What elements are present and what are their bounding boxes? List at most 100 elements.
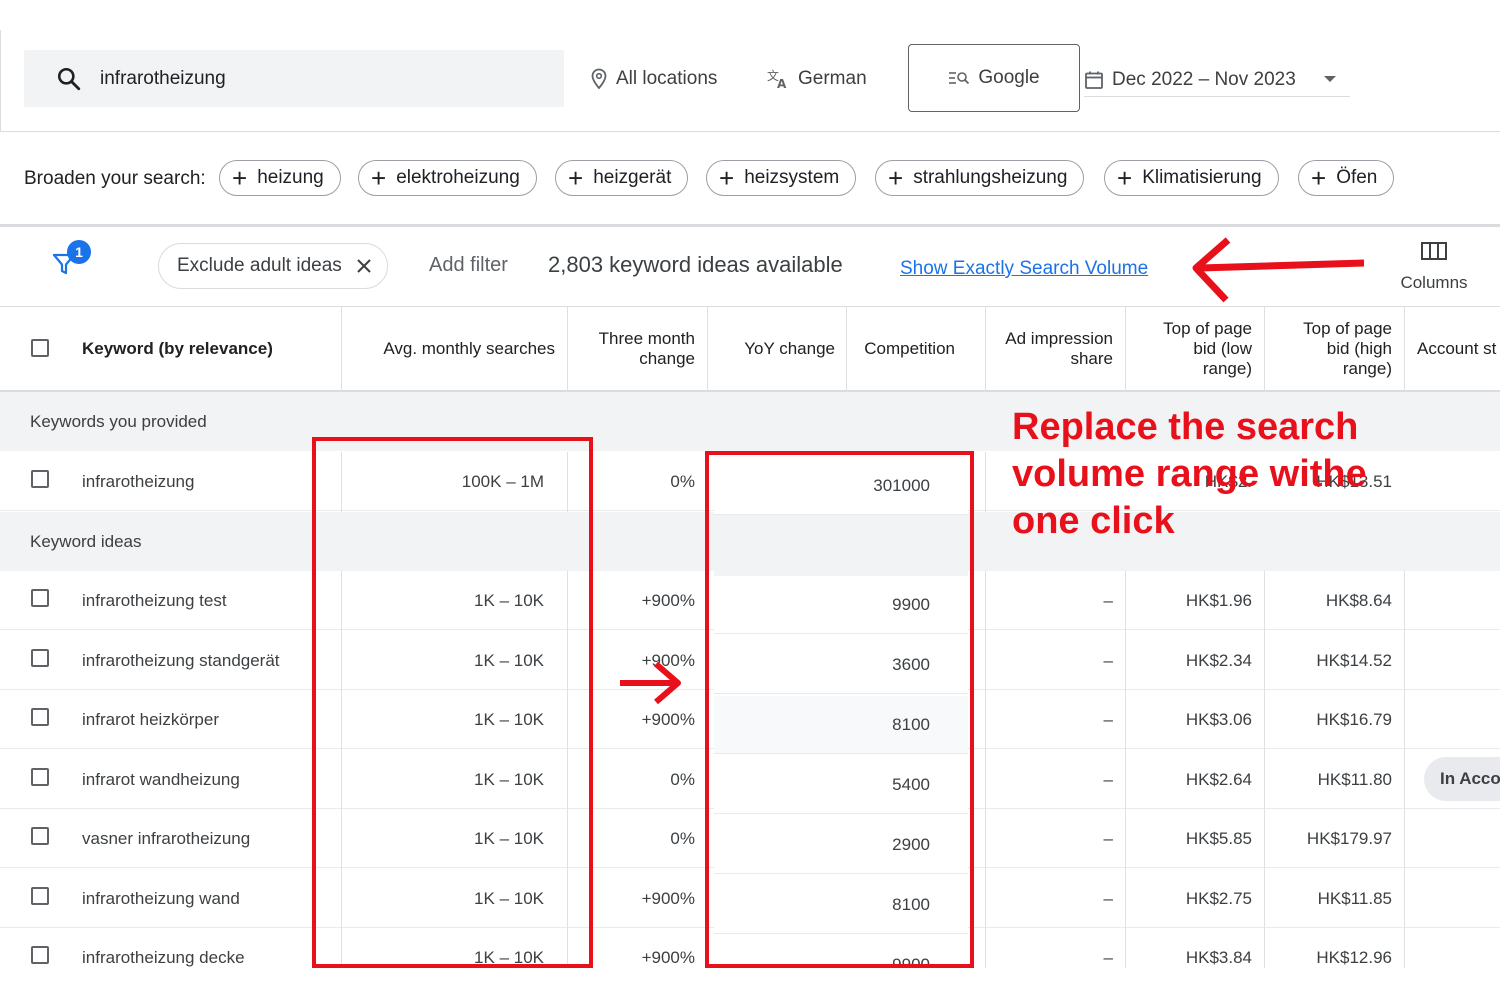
annotation-box-range-column — [312, 437, 593, 968]
column-header-yoy[interactable]: YoY change — [714, 339, 835, 359]
language-selector[interactable]: 文 A German — [766, 68, 867, 90]
filter-count-badge: 1 — [67, 240, 91, 264]
keyword-cell: infrarotheizung — [82, 471, 195, 491]
bottom-whitespace — [0, 968, 1500, 1000]
top-bid-low-cell: HK$2.75 — [1185, 888, 1252, 908]
top-bid-high-cell: HK$8.64 — [1325, 590, 1392, 610]
column-header-three-month[interactable]: Three month change — [574, 329, 695, 369]
row-checkbox[interactable] — [31, 708, 49, 726]
date-range-selector[interactable]: Dec 2022 – Nov 2023 — [1084, 64, 1350, 97]
column-separator — [985, 452, 986, 512]
row-checkbox[interactable] — [31, 768, 49, 786]
top-bid-low-cell: HK$2.64 — [1185, 769, 1252, 789]
ad-share-cell: – — [1103, 650, 1113, 670]
exclude-adult-chip[interactable]: Exclude adult ideas — [158, 243, 388, 289]
in-account-badge: In Acco — [1424, 757, 1500, 801]
top-bid-low-cell: HK$3.06 — [1185, 709, 1252, 729]
divider — [0, 224, 1500, 227]
column-separator — [1404, 571, 1405, 968]
location-selector[interactable]: All locations — [590, 68, 717, 90]
filter-button[interactable]: 1 — [50, 240, 94, 280]
column-separator — [1264, 306, 1265, 392]
show-exact-volume-link[interactable]: Show Exactly Search Volume — [900, 258, 1148, 280]
broaden-label: Broaden your search: — [24, 168, 206, 189]
chevron-down-icon — [1324, 76, 1336, 82]
annotation-box-exact-column — [705, 451, 974, 968]
search-icon — [57, 67, 81, 91]
plus-icon: + — [232, 163, 248, 193]
column-header-avg-monthly[interactable]: Avg. monthly searches — [350, 339, 555, 359]
location-label: All locations — [616, 68, 718, 89]
column-separator — [341, 306, 342, 392]
annotation-text: Replace the search volume range withe on… — [1012, 406, 1367, 542]
column-separator — [846, 306, 847, 392]
top-bid-low-cell: HK$1.96 — [1185, 590, 1252, 610]
location-pin-icon — [591, 68, 607, 90]
search-value: infrarotheizung — [100, 68, 226, 89]
svg-text:A: A — [777, 77, 787, 90]
keyword-cell: infrarot heizkörper — [82, 709, 220, 729]
search-input[interactable]: infrarotheizung — [24, 50, 564, 107]
keyword-cell: infrarotheizung standgerät — [82, 650, 280, 670]
language-label: German — [798, 68, 867, 89]
row-checkbox[interactable] — [31, 470, 49, 488]
plus-icon: + — [719, 163, 735, 193]
top-bid-high-cell: HK$11.80 — [1317, 769, 1392, 789]
column-header-keyword[interactable]: Keyword (by relevance) — [82, 339, 273, 359]
column-separator — [567, 306, 568, 392]
column-header-top-bid-low[interactable]: Top of page bid (low range) — [1132, 319, 1252, 379]
divider — [0, 131, 1500, 132]
translate-icon: 文 A — [767, 68, 787, 90]
top-bid-low-cell: HK$5.85 — [1185, 828, 1252, 848]
keyword-cell: infrarotheizung wand — [82, 888, 240, 908]
column-header-top-bid-high[interactable]: Top of page bid (high range) — [1272, 319, 1392, 379]
plus-icon: + — [1311, 163, 1327, 193]
ad-share-cell: – — [1103, 590, 1113, 610]
row-checkbox[interactable] — [31, 887, 49, 905]
broaden-chip-heizsystem[interactable]: + heizsystem — [706, 160, 857, 196]
ad-share-cell: – — [1103, 709, 1113, 729]
add-filter-button[interactable]: Add filter — [429, 254, 508, 277]
ad-share-cell: – — [1103, 828, 1113, 848]
plus-icon: + — [568, 163, 584, 193]
network-label: Google — [978, 67, 1040, 88]
broaden-chip-heizgeraet[interactable]: + heizgerät — [555, 160, 689, 196]
plus-icon: + — [888, 163, 904, 193]
broaden-chip-oefen[interactable]: + Öfen — [1298, 160, 1395, 196]
top-bid-high-cell: HK$16.79 — [1316, 709, 1392, 729]
close-icon[interactable] — [356, 258, 372, 274]
date-range-label: Dec 2022 – Nov 2023 — [1112, 69, 1296, 90]
broaden-chip-klimatisierung[interactable]: + Klimatisierung — [1104, 160, 1279, 196]
annotation-arrow-left — [1192, 237, 1365, 303]
broaden-chip-elektroheizung[interactable]: + elektroheizung — [358, 160, 537, 196]
row-checkbox[interactable] — [31, 946, 49, 964]
columns-icon — [1421, 242, 1447, 260]
select-all-checkbox[interactable] — [31, 339, 49, 357]
columns-label: Columns — [1400, 273, 1468, 292]
column-separator — [707, 306, 708, 392]
column-separator — [1125, 571, 1126, 968]
column-header-account-status[interactable]: Account st — [1417, 339, 1496, 359]
row-checkbox[interactable] — [31, 649, 49, 667]
plus-icon: + — [1117, 163, 1133, 193]
broaden-chip-strahlungsheizung[interactable]: + strahlungsheizung — [875, 160, 1085, 196]
keyword-cell: infrarotheizung test — [82, 590, 227, 610]
network-selector[interactable]: Google — [908, 44, 1080, 112]
ad-share-cell: – — [1103, 888, 1113, 908]
column-separator — [1404, 306, 1405, 392]
column-separator — [1125, 306, 1126, 392]
column-separator — [1264, 571, 1265, 968]
column-header-ad-impression-share[interactable]: Ad impression share — [992, 329, 1113, 369]
exclude-adult-label: Exclude adult ideas — [177, 255, 342, 276]
keyword-cell: infrarot wandheizung — [82, 769, 240, 789]
column-separator — [985, 571, 986, 968]
broaden-chip-heizung[interactable]: + heizung — [219, 160, 341, 196]
keyword-cell: vasner infrarotheizung — [82, 828, 251, 848]
column-header-competition[interactable]: Competition — [852, 339, 955, 359]
row-checkbox[interactable] — [31, 827, 49, 845]
columns-button[interactable]: Columns — [1396, 240, 1472, 293]
row-checkbox[interactable] — [31, 589, 49, 607]
calendar-icon — [1085, 71, 1103, 89]
ad-share-cell: – — [1103, 769, 1113, 789]
top-bid-high-cell: HK$11.85 — [1317, 888, 1392, 908]
